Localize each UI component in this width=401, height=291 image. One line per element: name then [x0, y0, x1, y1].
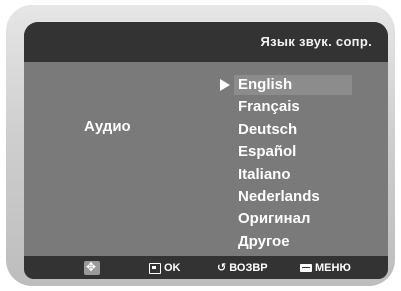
language-option-spanish[interactable]: Español [214, 141, 354, 163]
language-option-dutch[interactable]: Nederlands [214, 186, 354, 208]
language-option-label: Italiano [238, 165, 291, 183]
menu-content: Аудио English Français Deutsch Español I… [24, 62, 388, 256]
language-option-original[interactable]: Оригинал [214, 208, 354, 230]
footer-bar: OK ↺ВОЗВР МЕНЮ [24, 256, 388, 279]
language-option-label: Español [238, 143, 297, 161]
language-option-label: Nederlands [238, 187, 320, 205]
back-label: ВОЗВР [229, 262, 268, 274]
nav-hint [84, 260, 103, 276]
tv-bezel: Язык звук. сопр. Аудио English Français … [6, 5, 395, 286]
osd-screen: Язык звук. сопр. Аудио English Français … [24, 22, 388, 279]
language-option-label: Deutsch [238, 120, 298, 138]
ok-hint[interactable]: OK [149, 261, 181, 275]
header-bar: Язык звук. сопр. [24, 22, 388, 62]
menu-label: МЕНЮ [315, 262, 351, 274]
directional-pad-icon [84, 260, 100, 276]
back-hint[interactable]: ↺ ВОЗВР [217, 261, 268, 275]
enter-icon [149, 262, 161, 274]
language-option-french[interactable]: Français [214, 96, 354, 118]
language-option-english[interactable]: English [214, 74, 354, 96]
language-option-label: English [238, 76, 293, 93]
language-option-other[interactable]: Другое [214, 231, 354, 253]
menu-icon [300, 264, 312, 273]
language-option-italian[interactable]: Italiano [214, 164, 354, 186]
ok-label: OK [164, 262, 181, 274]
section-label-audio: Аудио [84, 118, 131, 135]
language-option-label: Оригинал [238, 210, 311, 228]
language-option-label: Français [238, 98, 300, 116]
return-icon: ↺ [217, 262, 227, 275]
menu-hint[interactable]: МЕНЮ [300, 261, 351, 275]
play-icon [220, 79, 230, 91]
language-list: English Français Deutsch Español Italian… [214, 74, 354, 253]
language-option-german[interactable]: Deutsch [214, 119, 354, 141]
language-option-label: Другое [238, 232, 290, 250]
page-title: Язык звук. сопр. [260, 34, 372, 49]
